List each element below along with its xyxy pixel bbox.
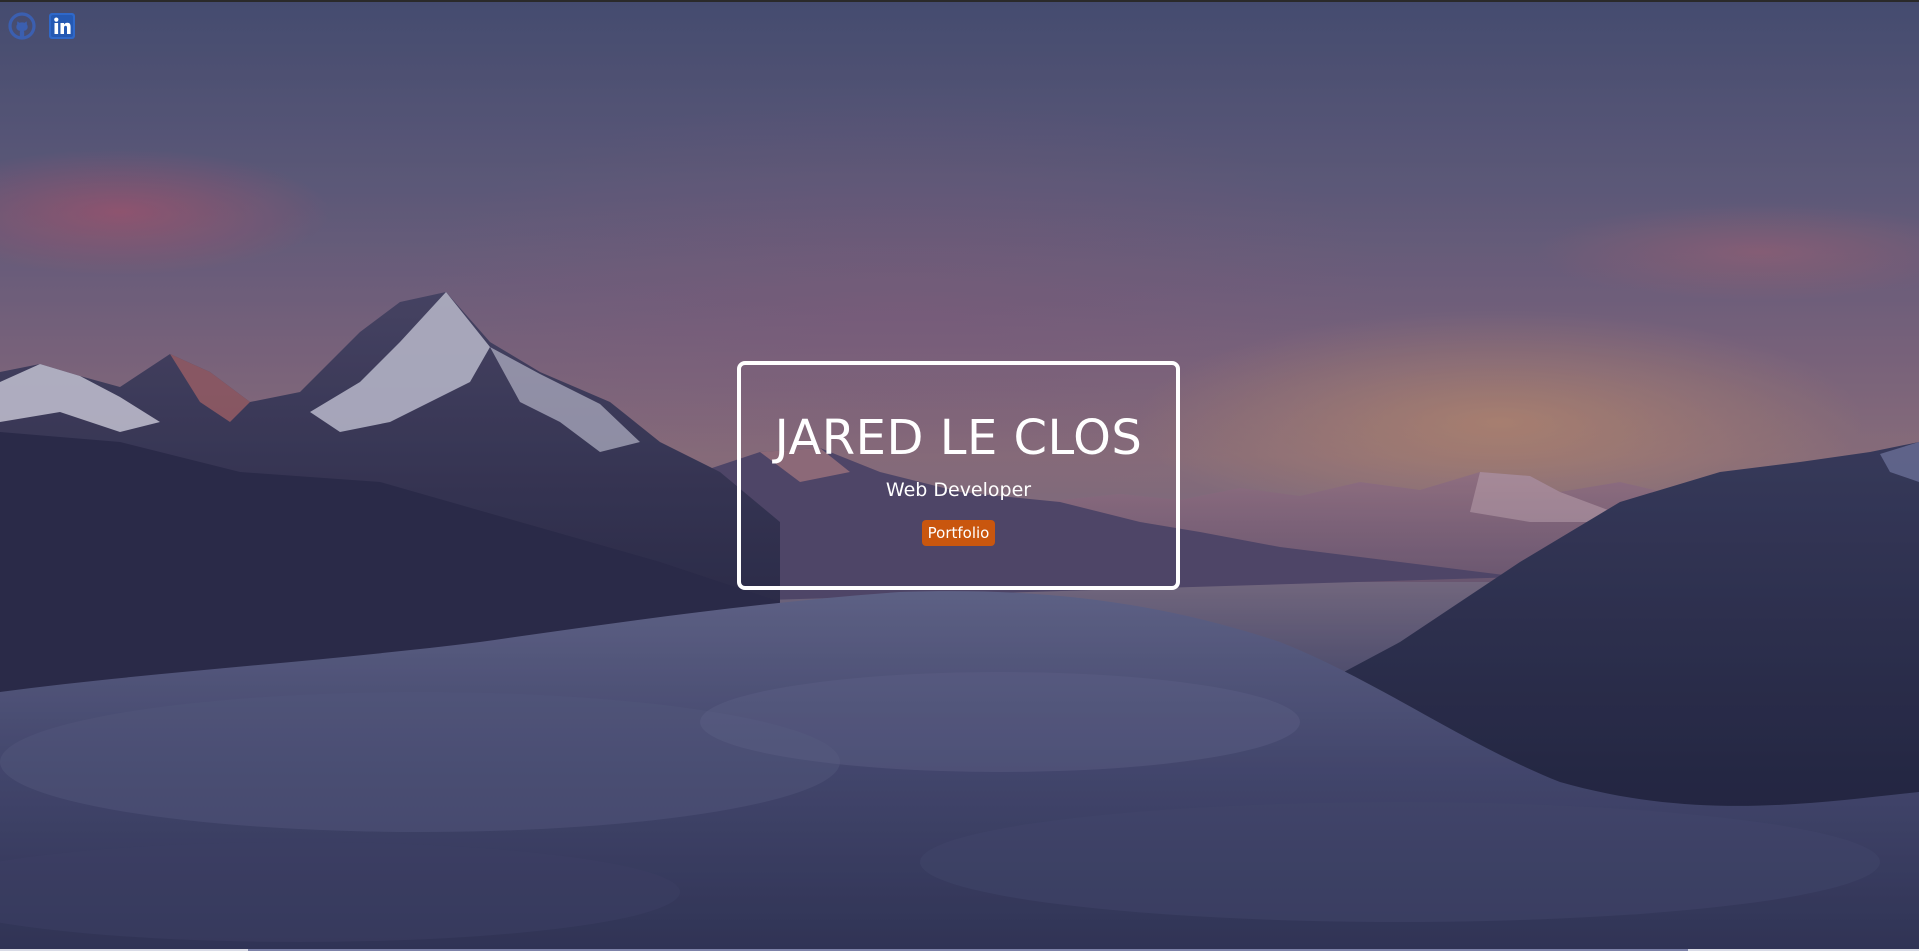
portfolio-button[interactable]: Portfolio <box>921 520 996 546</box>
social-links <box>8 12 76 40</box>
page-title: JARED LE CLOS <box>774 410 1143 466</box>
window-top-border <box>0 0 1919 2</box>
github-icon <box>8 12 36 40</box>
linkedin-icon <box>49 13 75 39</box>
hero-card: JARED LE CLOS Web Developer Portfolio <box>737 361 1180 590</box>
linkedin-link[interactable] <box>48 12 76 40</box>
subtitle-role: Web Developer <box>885 479 1032 501</box>
github-link[interactable] <box>8 12 36 40</box>
